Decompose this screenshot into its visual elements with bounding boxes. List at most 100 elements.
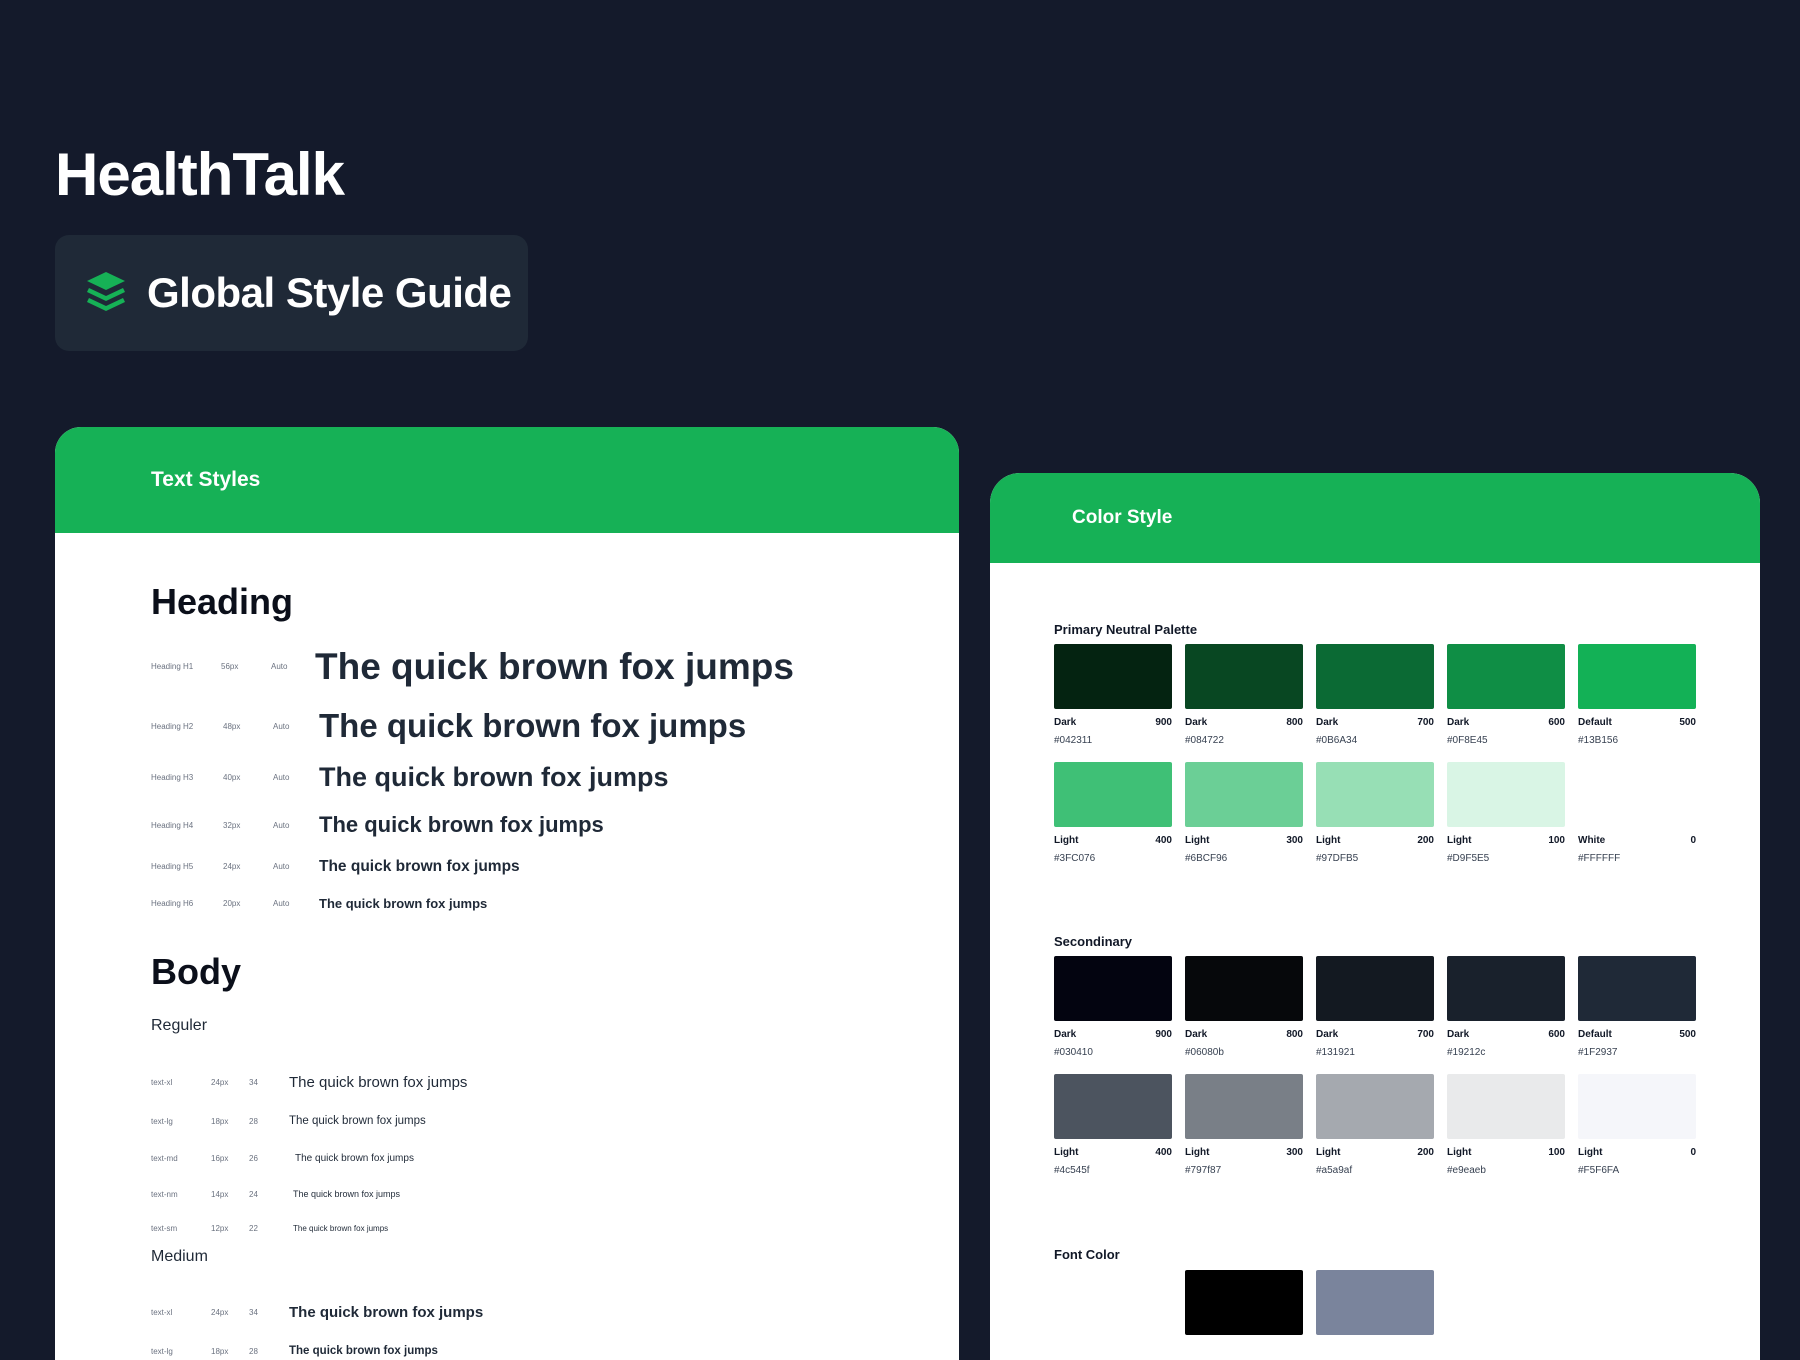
style-name: text-xl bbox=[151, 1307, 173, 1317]
style-name: text-xl bbox=[151, 1077, 173, 1087]
text-styles-card: Text Styles Heading Heading H1 56px Auto Th… bbox=[55, 427, 959, 1360]
primary-swatch bbox=[1054, 762, 1172, 827]
swatch-tone: Default bbox=[1578, 717, 1612, 728]
style-sample: The quick brown fox jumps bbox=[289, 1115, 426, 1127]
swatch-label-top: Light 200 bbox=[1316, 835, 1434, 846]
style-sample: The quick brown fox jumps bbox=[289, 1345, 438, 1357]
color-style-header: Color Style bbox=[990, 473, 1760, 563]
style-line-height: Auto bbox=[271, 662, 288, 672]
style-sample: The quick brown fox jumps bbox=[319, 895, 488, 911]
swatch-tone: White bbox=[1578, 835, 1606, 846]
secondary-swatch-label: Light 200 #a5a9af bbox=[1316, 1147, 1434, 1176]
swatch-hex: #6BCF96 bbox=[1185, 853, 1228, 864]
font-color-swatch bbox=[1316, 1270, 1434, 1335]
swatch-tone: Light bbox=[1447, 1147, 1472, 1158]
color-style-body: Primary Neutral Palette Secondinary Font… bbox=[990, 563, 1760, 1360]
primary-swatch-label: Dark 600 #0F8E45 bbox=[1447, 717, 1565, 746]
swatch-label-top: White 0 bbox=[1578, 835, 1696, 846]
style-sample: The quick brown fox jumps bbox=[319, 857, 520, 875]
swatch-hex: #13B156 bbox=[1578, 735, 1619, 746]
style-sample: The quick brown fox jumps bbox=[289, 1303, 484, 1321]
style-name: text-sm bbox=[151, 1223, 178, 1233]
style-line-height: 24 bbox=[249, 1189, 258, 1199]
swatch-weight: 0 bbox=[1690, 835, 1696, 846]
swatch-label-top: Light 100 bbox=[1447, 835, 1565, 846]
swatch-tone: Light bbox=[1054, 1147, 1079, 1158]
body-row: text-sm 12px 22 The quick brown fox jumps bbox=[151, 1217, 388, 1239]
heading-row: Heading H2 48px Auto The quick brown fox ju… bbox=[151, 703, 746, 749]
heading-row: Heading H5 24px Auto The quick brown fox ju… bbox=[151, 856, 520, 878]
swatch-label-top: Dark 900 bbox=[1054, 1029, 1172, 1040]
swatch-weight: 700 bbox=[1417, 717, 1434, 728]
style-name: Heading H2 bbox=[151, 721, 194, 731]
primary-swatch bbox=[1316, 762, 1434, 827]
style-size: 24px bbox=[211, 1307, 229, 1317]
style-name: Heading H3 bbox=[151, 773, 194, 783]
style-size: 20px bbox=[223, 898, 241, 908]
swatch-tone: Dark bbox=[1447, 717, 1470, 728]
swatch-tone: Default bbox=[1578, 1029, 1612, 1040]
swatch-label-top: Dark 900 bbox=[1054, 717, 1172, 728]
swatch-label-top: Dark 700 bbox=[1316, 1029, 1434, 1040]
style-line-height: 28 bbox=[249, 1346, 258, 1356]
style-sample: The quick brown fox jumps bbox=[293, 1223, 389, 1233]
primary-swatch bbox=[1185, 762, 1303, 827]
style-name: Heading H4 bbox=[151, 820, 194, 830]
secondary-swatch-label: Light 0 #F5F6FA bbox=[1578, 1147, 1696, 1176]
swatch-tone: Light bbox=[1447, 835, 1472, 846]
swatch-weight: 900 bbox=[1155, 1029, 1172, 1040]
color-style-card: Color Style Primary Neutral Palette Seco… bbox=[990, 473, 1760, 1360]
swatch-tone: Light bbox=[1054, 835, 1079, 846]
swatch-weight: 700 bbox=[1417, 1029, 1434, 1040]
swatch-hex: #FFFFFF bbox=[1578, 853, 1621, 864]
style-size: 18px bbox=[211, 1346, 229, 1356]
style-line-height: 34 bbox=[249, 1077, 258, 1087]
swatch-tone: Light bbox=[1316, 1147, 1341, 1158]
swatch-weight: 500 bbox=[1679, 1029, 1696, 1040]
swatch-tone: Dark bbox=[1316, 717, 1339, 728]
secondary-swatch-label: Light 400 #4c545f bbox=[1054, 1147, 1172, 1176]
secondary-swatch bbox=[1185, 956, 1303, 1021]
style-name: Heading H1 bbox=[151, 662, 194, 672]
primary-swatch-label: White 0 #FFFFFF bbox=[1578, 835, 1696, 864]
swatch-label-top: Light 200 bbox=[1316, 1147, 1434, 1158]
swatch-label-top: Dark 600 bbox=[1447, 717, 1565, 728]
heading-row: Heading H4 32px Auto The quick brown fox ju… bbox=[151, 810, 604, 841]
swatch-tone: Dark bbox=[1185, 1029, 1208, 1040]
body-row: text-nm 14px 24 The quick brown fox jumps bbox=[151, 1183, 400, 1205]
secondary-swatch bbox=[1447, 956, 1565, 1021]
swatch-label-top: Dark 800 bbox=[1185, 1029, 1303, 1040]
primary-swatch bbox=[1316, 644, 1434, 709]
stack-layers-icon bbox=[83, 268, 129, 319]
style-line-height: 34 bbox=[249, 1307, 258, 1317]
primary-swatch bbox=[1578, 644, 1696, 709]
style-sample: The quick brown fox jumps bbox=[319, 707, 747, 745]
swatch-label-top: Dark 700 bbox=[1316, 717, 1434, 728]
style-name: text-lg bbox=[151, 1116, 173, 1126]
swatch-tone: Light bbox=[1316, 835, 1341, 846]
secondary-swatch bbox=[1316, 956, 1434, 1021]
swatch-hex: #e9eaeb bbox=[1447, 1165, 1486, 1176]
style-size: 16px bbox=[211, 1153, 229, 1163]
style-sample: The quick brown fox jumps bbox=[319, 762, 669, 793]
swatch-label-top: Light 100 bbox=[1447, 1147, 1565, 1158]
swatch-label-top: Dark 800 bbox=[1185, 717, 1303, 728]
style-size: 40px bbox=[223, 773, 241, 783]
style-size: 18px bbox=[211, 1116, 229, 1126]
style-size: 32px bbox=[223, 820, 241, 830]
swatch-tone: Light bbox=[1185, 1147, 1210, 1158]
font-color-swatch bbox=[1054, 1270, 1172, 1335]
swatch-tone: Dark bbox=[1447, 1029, 1470, 1040]
body-row: text-lg 18px 28 The quick brown fox jumps bbox=[151, 1340, 438, 1360]
secondary-swatch-label: Dark 900 #030410 bbox=[1054, 1029, 1172, 1058]
swatch-tone: Dark bbox=[1316, 1029, 1339, 1040]
primary-swatch bbox=[1054, 644, 1172, 709]
swatch-weight: 0 bbox=[1690, 1147, 1696, 1158]
secondary-swatch-label: Dark 800 #06080b bbox=[1185, 1029, 1303, 1058]
style-name: text-nm bbox=[151, 1189, 178, 1199]
style-size: 48px bbox=[223, 721, 241, 731]
secondary-swatch bbox=[1316, 1074, 1434, 1139]
secondary-swatch-label: Dark 700 #131921 bbox=[1316, 1029, 1434, 1058]
heading-row: Heading H3 40px Auto The quick brown fox ju… bbox=[151, 759, 669, 797]
swatch-weight: 400 bbox=[1155, 1147, 1172, 1158]
